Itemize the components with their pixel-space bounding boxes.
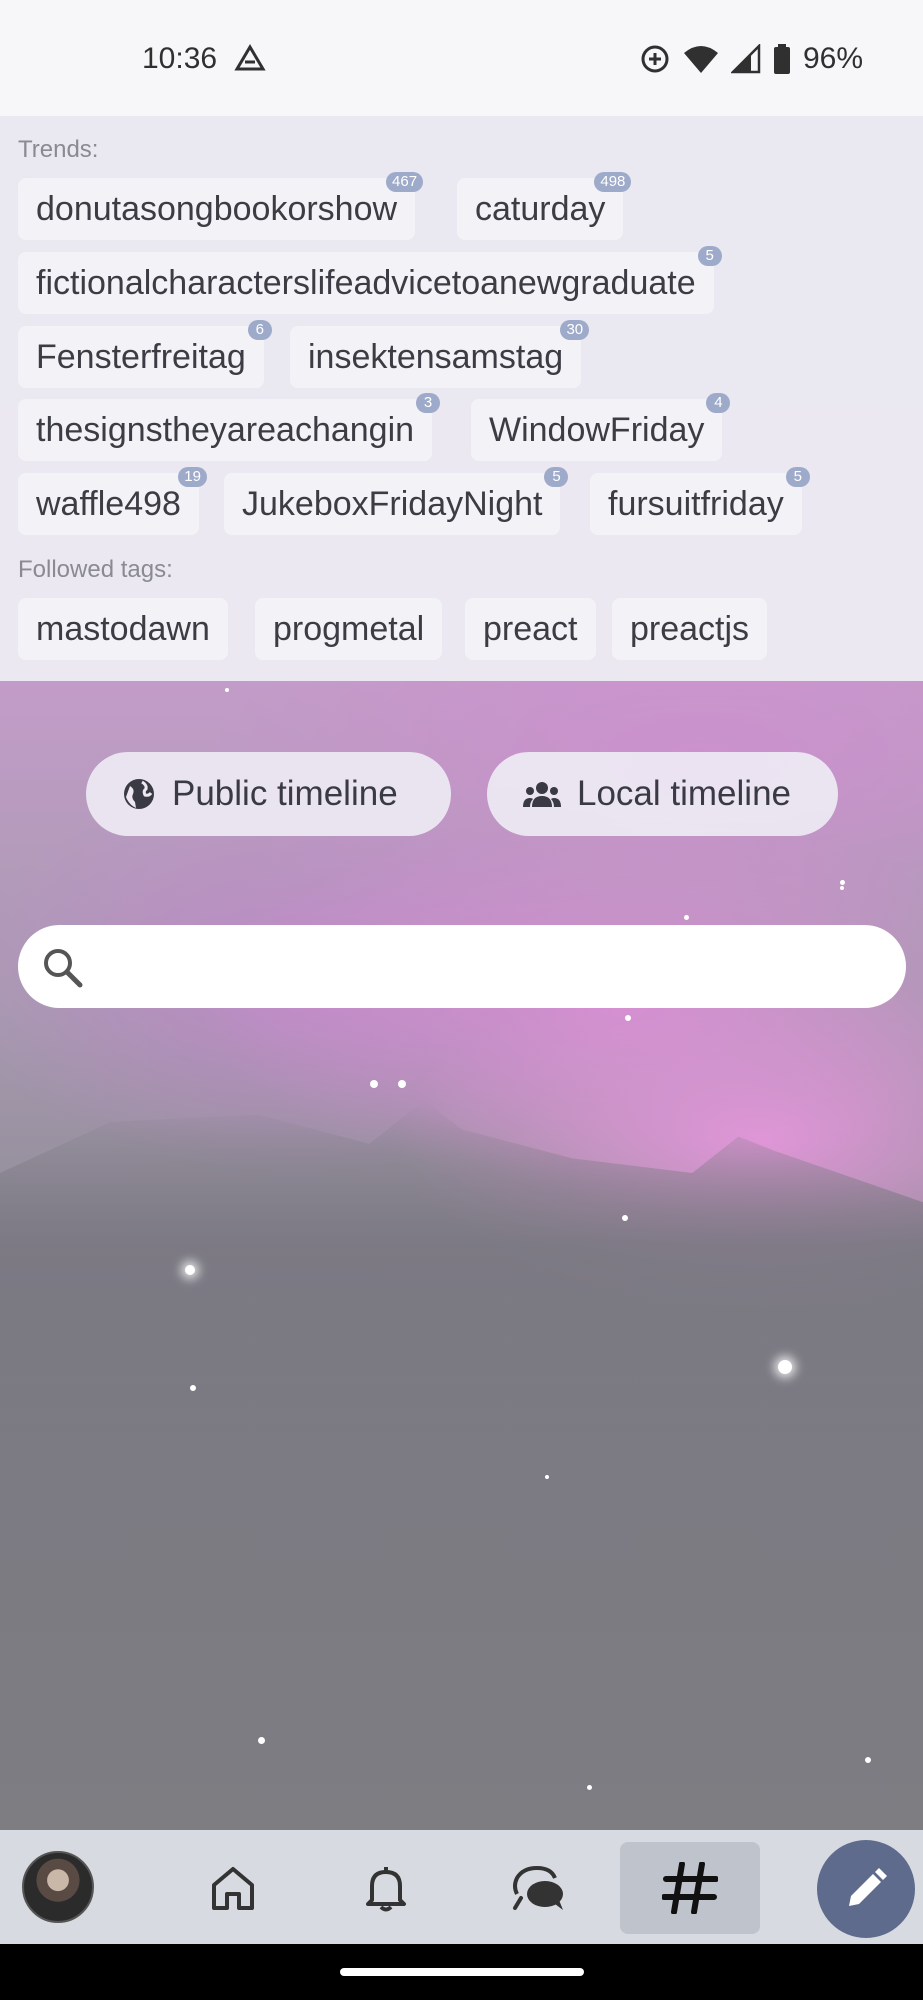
trend-tag-label: caturday [475, 190, 606, 228]
trends-label: Trends: [18, 136, 99, 163]
search-bar[interactable] [18, 925, 906, 1008]
search-input[interactable] [98, 925, 878, 1008]
signal-icon [730, 44, 761, 74]
trend-count-badge: 30 [560, 320, 590, 340]
compose-button[interactable] [817, 1840, 915, 1938]
gesture-bar [0, 1944, 923, 2000]
trend-tag-label: WindowFriday [489, 411, 705, 449]
local-timeline-button[interactable]: Local timeline [487, 752, 838, 836]
battery-icon [773, 44, 790, 74]
trend-tag-label: JukeboxFridayNight [242, 485, 543, 523]
trend-count-badge: 4 [706, 393, 731, 413]
hashtag-icon [662, 1862, 718, 1914]
trends-panel: Trends: donutasongbookorshow 467 caturda… [0, 116, 923, 681]
home-button[interactable] [163, 1842, 303, 1934]
status-time: 10:36 [142, 42, 218, 75]
home-indicator[interactable] [340, 1968, 584, 1976]
followed-tag-label: preactjs [630, 610, 750, 648]
trend-tag-label: fictionalcharacterslifeadvicetoanewgradu… [36, 264, 696, 302]
trend-tag-label: waffle498 [36, 485, 181, 523]
public-timeline-button[interactable]: Public timeline [86, 752, 451, 836]
avatar[interactable] [22, 1851, 94, 1923]
drive-icon [234, 44, 266, 71]
chat-icon [513, 1865, 563, 1910]
conversations-button[interactable] [469, 1842, 609, 1934]
home-icon [212, 1867, 254, 1910]
trend-count-badge: 5 [544, 467, 569, 487]
followed-tag[interactable]: preactjs [612, 598, 768, 660]
followed-tag[interactable]: preact [465, 598, 596, 660]
bell-icon [366, 1867, 406, 1912]
followed-tags-label: Followed tags: [18, 556, 173, 583]
trend-tag-label: insektensamstag [308, 338, 564, 376]
trend-tag[interactable]: JukeboxFridayNight 5 [224, 467, 569, 535]
followed-tag[interactable]: mastodawn [18, 598, 228, 660]
search-icon [44, 949, 83, 988]
wifi-icon [683, 46, 718, 73]
bottom-nav [0, 1830, 923, 1944]
trend-tag-label: donutasongbookorshow [36, 190, 398, 228]
pencil-icon [849, 1868, 887, 1906]
data-saver-icon [641, 45, 669, 73]
followed-tag-label: mastodawn [36, 610, 210, 648]
trend-tag[interactable]: thesignstheyareachangin 3 [18, 393, 441, 461]
status-icons: 96% [639, 42, 863, 76]
trend-tag-label: thesignstheyareachangin [36, 411, 415, 449]
trend-tag-label: fursuitfriday [608, 485, 784, 523]
followed-tag-label: progmetal [273, 610, 425, 648]
public-timeline-label: Public timeline [172, 774, 398, 813]
followed-tag[interactable]: progmetal [255, 598, 443, 660]
trend-count-badge: 19 [178, 467, 207, 487]
status-bar: 10:36 96% [0, 0, 923, 116]
globe-icon [124, 779, 154, 809]
trend-count-badge: 498 [594, 172, 632, 192]
trend-tag[interactable]: insektensamstag 30 [290, 320, 590, 388]
trend-tag[interactable]: caturday 498 [457, 172, 632, 240]
followed-tag-label: preact [483, 610, 578, 648]
group-icon [523, 782, 561, 807]
trend-tag-label: Fensterfreitag [36, 338, 246, 376]
trend-tag[interactable]: fictionalcharacterslifeadvicetoanewgradu… [18, 246, 722, 314]
notifications-button[interactable] [316, 1842, 456, 1934]
trend-tag[interactable]: donutasongbookorshow 467 [18, 172, 424, 240]
trend-tag[interactable]: Fensterfreitag 6 [18, 320, 272, 388]
trend-tag[interactable]: WindowFriday 4 [471, 393, 731, 461]
trend-count-badge: 3 [416, 393, 441, 413]
explore-hashtag-button[interactable] [620, 1842, 760, 1934]
trend-count-badge: 5 [697, 246, 722, 266]
trend-count-badge: 6 [247, 320, 272, 340]
trend-tag[interactable]: fursuitfriday 5 [590, 467, 810, 535]
trend-tag[interactable]: waffle498 19 [18, 467, 207, 535]
battery-percent: 96% [802, 42, 863, 75]
trend-count-badge: 467 [386, 172, 424, 192]
local-timeline-label: Local timeline [577, 774, 791, 813]
nebula-ridge [0, 1100, 923, 1830]
trend-count-badge: 5 [785, 467, 810, 487]
